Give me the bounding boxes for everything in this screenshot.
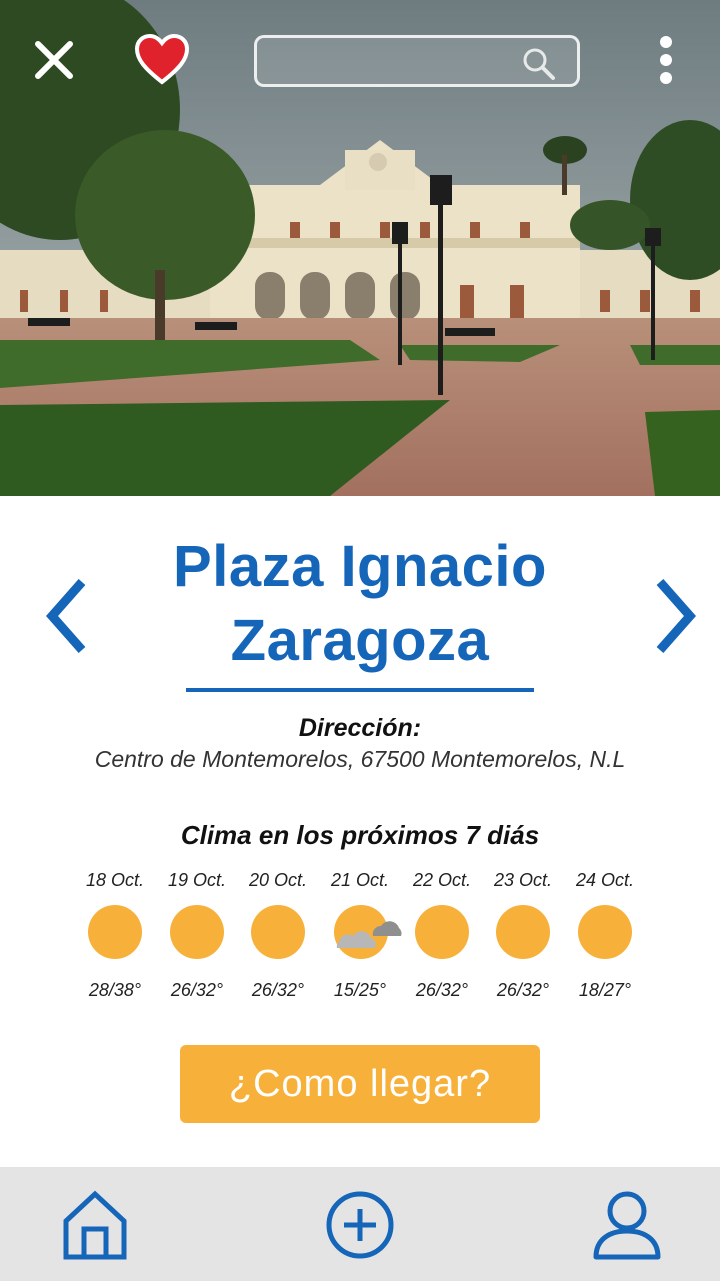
place-title: Plaza Ignacio Zaragoza — [120, 530, 600, 678]
place-title-line1: Plaza Ignacio — [173, 534, 547, 599]
kebab-menu-icon[interactable] — [650, 34, 682, 90]
bottom-nav — [0, 1167, 720, 1281]
weather-title: Clima en los próximos 7 diás — [180, 820, 540, 850]
sun-cloud-icon — [334, 905, 402, 959]
title-divider — [186, 688, 534, 692]
sun-icon — [496, 905, 550, 959]
address-label: Dirección: — [298, 714, 422, 742]
profile-icon[interactable] — [592, 1189, 662, 1261]
forecast-day: 21 Oct. 15/25° — [319, 866, 402, 1006]
heart-icon[interactable] — [134, 34, 190, 86]
address-text: Centro de Montemorelos, 67500 Montemorel… — [94, 746, 626, 772]
forecast-day: 19 Oct. 26/32° — [156, 866, 238, 1006]
forecast-day: 18 Oct. 28/38° — [74, 866, 156, 1006]
hero-photo — [0, 0, 720, 496]
forecast-day: 24 Oct. 18/27° — [564, 866, 646, 1006]
sun-icon — [251, 905, 305, 959]
place-title-line2: Zaragoza — [230, 608, 490, 673]
add-icon[interactable] — [325, 1189, 395, 1261]
place-header: Plaza Ignacio Zaragoza — [0, 520, 720, 690]
sun-icon — [88, 905, 142, 959]
close-icon[interactable] — [30, 36, 78, 84]
sun-icon — [578, 905, 632, 959]
forecast-day: 23 Oct. 26/32° — [482, 866, 564, 1006]
forecast-day: 20 Oct. 26/32° — [237, 866, 319, 1006]
sun-icon — [170, 905, 224, 959]
search-icon[interactable] — [521, 46, 557, 82]
weather-forecast: 18 Oct. 28/38° 19 Oct. 26/32° 20 Oct. 26… — [74, 866, 654, 1006]
search-field[interactable] — [254, 35, 580, 87]
forecast-date: 24 Oct. — [575, 870, 635, 890]
chevron-right-icon[interactable] — [650, 576, 700, 656]
search-input[interactable] — [271, 46, 515, 78]
home-icon[interactable] — [60, 1189, 130, 1261]
sun-icon — [415, 905, 469, 959]
directions-button[interactable]: ¿Como llegar? — [180, 1045, 540, 1123]
forecast-temp: 18/27° — [578, 980, 632, 1000]
chevron-left-icon[interactable] — [42, 576, 92, 656]
forecast-day: 22 Oct. 26/32° — [401, 866, 483, 1006]
